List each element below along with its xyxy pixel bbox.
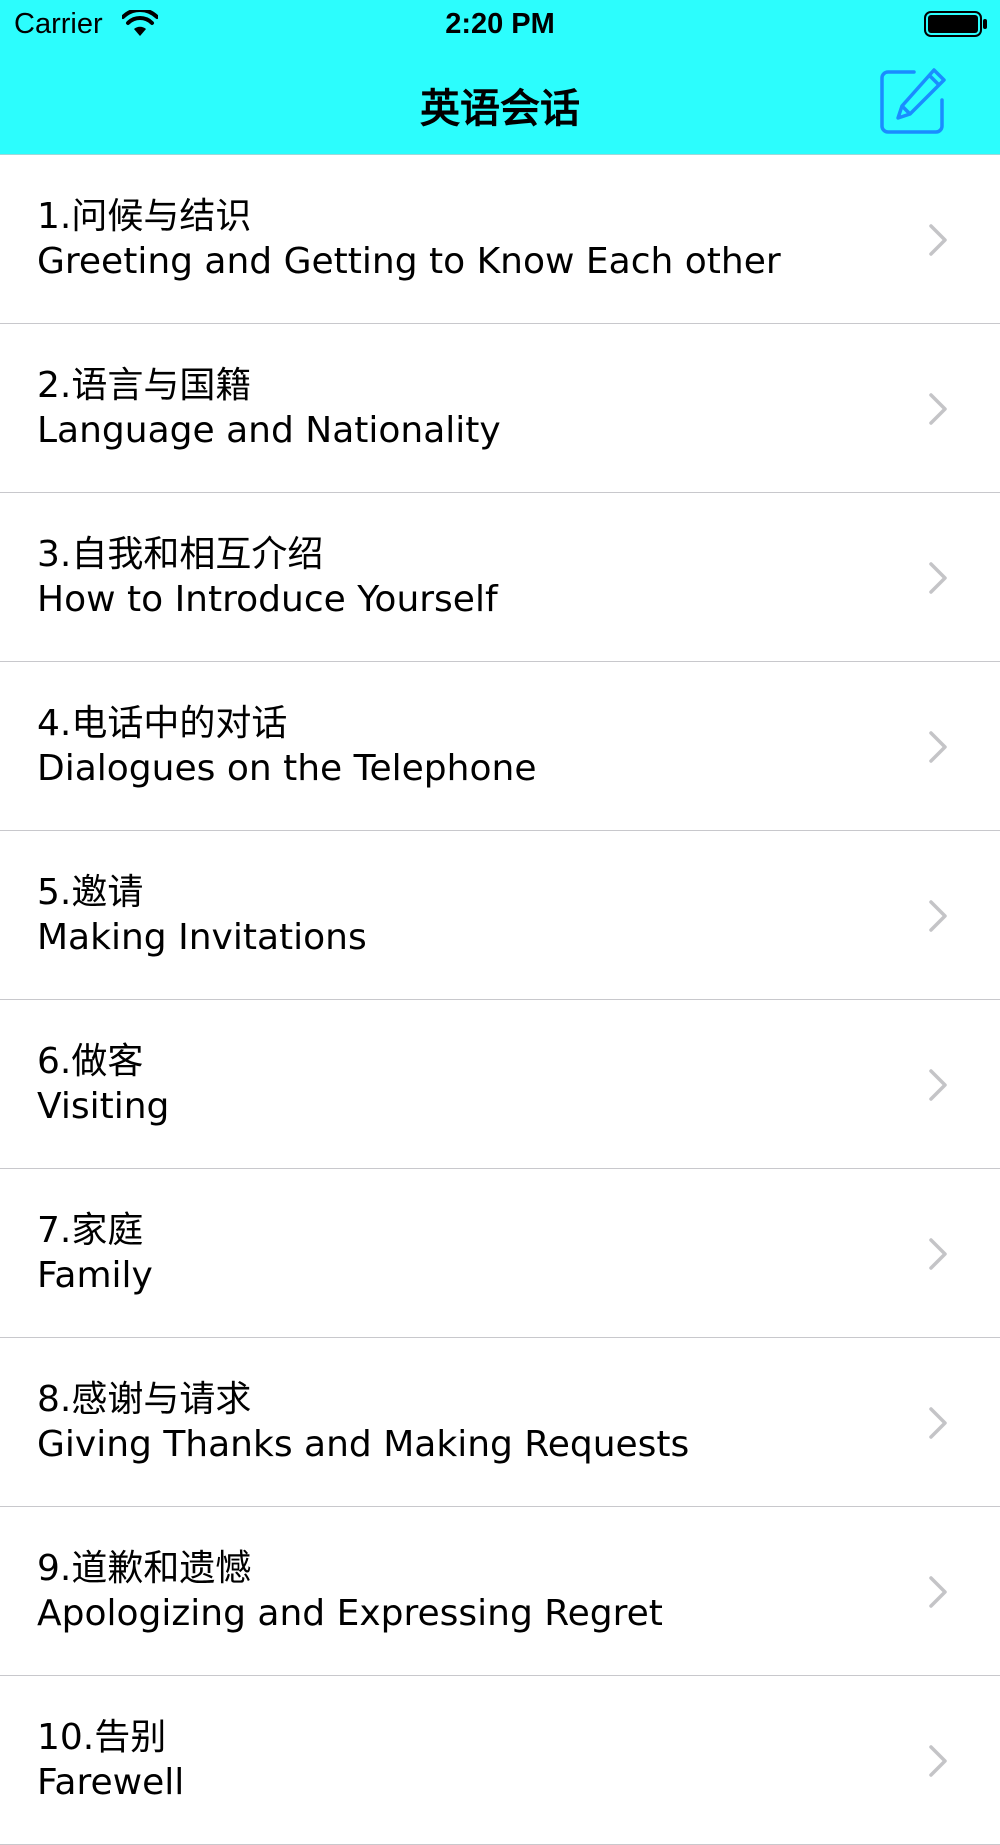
lesson-title-zh: 5.邀请 [37,872,144,913]
lesson-title-en: Family [37,1255,153,1296]
chevron-right-icon [929,562,947,594]
list-item[interactable]: 4.电话中的对话 Dialogues on the Telephone [0,662,1000,831]
list-item[interactable]: 10.告别 Farewell [0,1676,1000,1845]
list-item[interactable]: 3.自我和相互介绍 How to Introduce Yourself [0,493,1000,662]
lesson-title-zh: 10.告别 [37,1717,167,1758]
lesson-title-en: Greeting and Getting to Know Each other [37,241,781,282]
lesson-title-zh: 6.做客 [37,1041,144,1082]
chevron-right-icon [929,900,947,932]
lesson-title-zh: 3.自我和相互介绍 [37,534,324,575]
lesson-title-en: Apologizing and Expressing Regret [37,1593,663,1634]
chevron-right-icon [929,1576,947,1608]
lesson-title-en: Giving Thanks and Making Requests [37,1424,690,1465]
lesson-title-en: Making Invitations [37,917,367,958]
lesson-list: 1.问候与结识 Greeting and Getting to Know Eac… [0,155,1000,1845]
lesson-title-zh: 9.道歉和遗憾 [37,1548,252,1589]
lesson-title-zh: 2.语言与国籍 [37,365,252,406]
lesson-title-en: Dialogues on the Telephone [37,748,537,789]
lesson-title-en: Language and Nationality [37,410,501,451]
list-item[interactable]: 6.做客 Visiting [0,1000,1000,1169]
list-item[interactable]: 7.家庭 Family [0,1169,1000,1338]
list-item[interactable]: 5.邀请 Making Invitations [0,831,1000,1000]
lesson-title-en: How to Introduce Yourself [37,579,498,620]
chevron-right-icon [929,1745,947,1777]
chevron-right-icon [929,224,947,256]
chevron-right-icon [929,731,947,763]
navigation-header: Carrier 2:20 PM 英语会话 [0,0,1000,155]
list-item[interactable]: 2.语言与国籍 Language and Nationality [0,324,1000,493]
status-time: 2:20 PM [445,8,555,40]
lesson-title-en: Visiting [37,1086,170,1127]
chevron-right-icon [929,1069,947,1101]
lesson-title-en: Farewell [37,1762,185,1803]
battery-icon [924,11,987,37]
list-item[interactable]: 9.道歉和遗憾 Apologizing and Expressing Regre… [0,1507,1000,1676]
lesson-title-zh: 8.感谢与请求 [37,1379,252,1420]
page-title: 英语会话 [420,86,580,132]
lesson-title-zh: 4.电话中的对话 [37,703,288,744]
lesson-title-zh: 1.问候与结识 [37,196,252,237]
lesson-title-zh: 7.家庭 [37,1210,144,1251]
chevron-right-icon [929,1407,947,1439]
chevron-right-icon [929,393,947,425]
chevron-right-icon [929,1238,947,1270]
list-item[interactable]: 8.感谢与请求 Giving Thanks and Making Request… [0,1338,1000,1507]
compose-icon[interactable] [878,66,948,136]
list-item[interactable]: 1.问候与结识 Greeting and Getting to Know Eac… [0,155,1000,324]
status-bar: Carrier 2:20 PM [0,0,1000,50]
